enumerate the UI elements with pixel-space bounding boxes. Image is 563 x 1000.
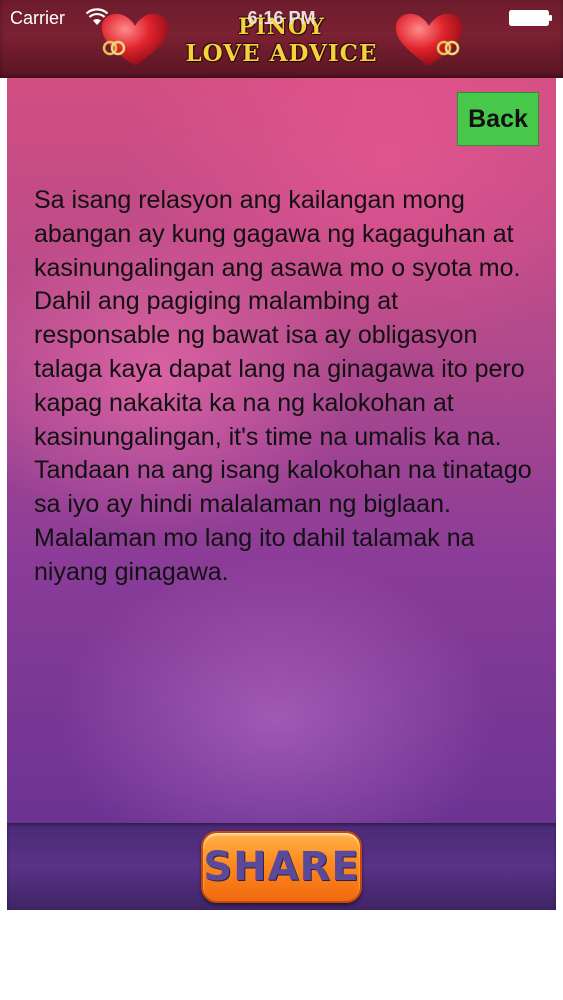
back-button[interactable]: Back [457,92,539,146]
battery-icon [509,10,552,26]
bottom-blank-area [0,910,563,1000]
app-title-line2: LOVE ADVICE [185,40,378,67]
header-banner: PINOY LOVE ADVICE Carrier 6:16 PM [0,0,563,78]
status-bar: Carrier 6:16 PM [0,0,563,36]
share-button[interactable]: SHARE [201,831,362,903]
advice-text: Sa isang relasyon ang kailangan mong aba… [34,186,532,586]
app-screen: PINOY LOVE ADVICE Carrier 6:16 PM Back S… [0,0,563,1000]
status-time: 6:16 PM [247,8,316,28]
